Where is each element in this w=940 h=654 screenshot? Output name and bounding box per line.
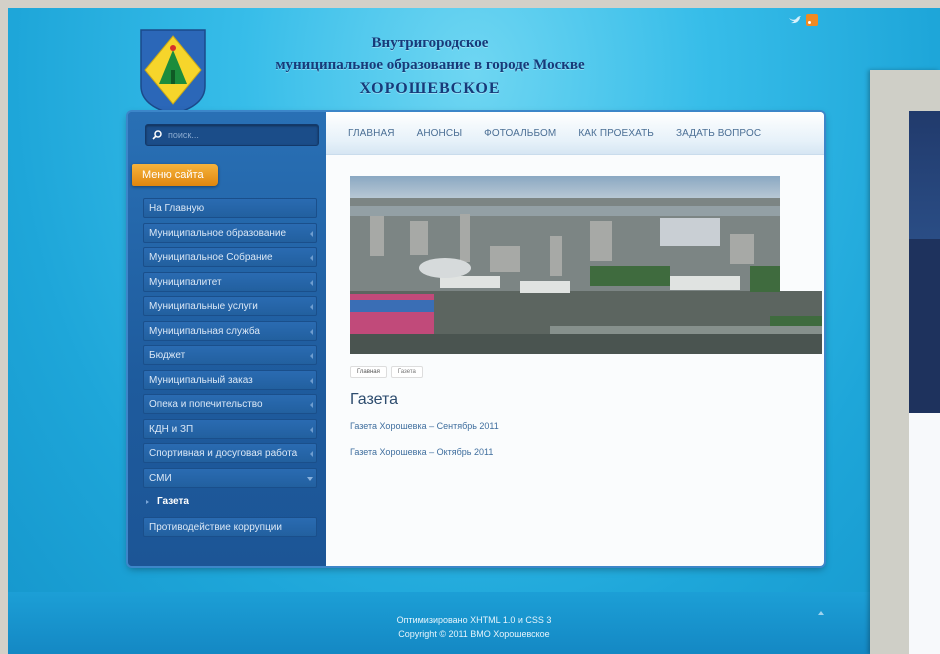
menu-item-municipal-service[interactable]: Муниципальная служба (143, 320, 317, 341)
menu-item-home[interactable]: На Главную (143, 198, 317, 218)
menu-item-label: КДН и ЗП (149, 423, 194, 435)
chevron-left-icon (310, 230, 313, 237)
sidebar-menu: На Главную Муниципальное образование Мун… (143, 198, 317, 541)
menu-item-media[interactable]: СМИ (143, 467, 317, 488)
menu-item-municipal-order[interactable]: Муниципальный заказ (143, 369, 317, 390)
page-title: Газета (350, 391, 399, 408)
breadcrumb-current: Газета (390, 366, 423, 378)
search-input[interactable] (166, 129, 310, 141)
twitter-icon[interactable] (788, 15, 802, 25)
menu-item-label: Опека и попечительство (149, 399, 263, 410)
menu-item-label: Муниципальное образование (149, 227, 287, 239)
city-panorama-image (350, 176, 822, 354)
menu-item-guardianship[interactable]: Опека и попечительство (143, 394, 317, 414)
site-header: Внутригородское муниципальное образовани… (240, 32, 620, 102)
chevron-left-icon (310, 451, 313, 457)
emblem-icon (140, 29, 206, 115)
search-box[interactable] (145, 124, 319, 146)
menu-item-label: На Главную (149, 203, 205, 214)
page: Внутригородское муниципальное образовани… (8, 8, 940, 654)
content-area: ГЛАВНАЯ АНОНСЫ ФОТОАЛЬБОМ КАК ПРОЕХАТЬ З… (326, 112, 824, 566)
header-line-1: Внутригородское (371, 35, 489, 51)
search-icon (152, 130, 162, 140)
chevron-left-icon (310, 255, 313, 261)
menu-item-label: Муниципальная служба (149, 325, 260, 337)
menu-item-label: Муниципальные услуги (149, 301, 258, 312)
menu-item-municipal-formation[interactable]: Муниципальное образование (143, 222, 317, 243)
chevron-left-icon (310, 353, 313, 359)
nav-ask-question[interactable]: ЗАДАТЬ ВОПРОС (676, 128, 761, 139)
menu-item-label: Противодействие коррупции (149, 521, 282, 533)
menu-item-kdn[interactable]: КДН и ЗП (143, 418, 317, 439)
menu-item-anticorruption[interactable]: Противодействие коррупции (143, 516, 317, 537)
rss-icon[interactable] (806, 14, 818, 26)
menu-item-municipal-services[interactable]: Муниципальные услуги (143, 296, 317, 316)
menu-item-label: СМИ (149, 472, 172, 484)
sidebar: Меню сайта На Главную Муниципальное обра… (128, 112, 326, 566)
menu-subitem-newspaper[interactable]: Газета (143, 492, 317, 512)
footer-line-1: Оптимизировано XHTML 1.0 и CSS 3 (396, 615, 552, 625)
top-nav: ГЛАВНАЯ АНОНСЫ ФОТОАЛЬБОМ КАК ПРОЕХАТЬ З… (326, 112, 824, 155)
menu-item-label: Муниципалитет (149, 276, 222, 288)
main-frame: Меню сайта На Главную Муниципальное обра… (128, 112, 824, 566)
chevron-left-icon (310, 304, 313, 310)
chevron-down-icon (307, 476, 313, 481)
menu-item-label: Муниципальное Собрание (149, 252, 273, 263)
chevron-left-icon (310, 328, 313, 335)
menu-item-budget[interactable]: Бюджет (143, 345, 317, 365)
menu-item-sports[interactable]: Спортивная и досуговая работа (143, 443, 317, 463)
chevron-left-icon (310, 402, 313, 408)
chevron-left-icon (310, 426, 313, 433)
nav-home[interactable]: ГЛАВНАЯ (348, 128, 395, 139)
menu-item-label: Бюджет (149, 350, 186, 361)
nav-directions[interactable]: КАК ПРОЕХАТЬ (578, 128, 654, 139)
menu-item-municipal-assembly[interactable]: Муниципальное Собрание (143, 247, 317, 267)
newspaper-link-september[interactable]: Газета Хорошевка – Сентябрь 2011 (350, 421, 499, 431)
nav-announcements[interactable]: АНОНСЫ (417, 128, 463, 139)
chevron-left-icon (310, 377, 313, 384)
nav-photo-album[interactable]: ФОТОАЛЬБОМ (484, 128, 556, 139)
scroll-up-icon[interactable] (818, 611, 824, 615)
header-line-3: ХОРОШЕВСКОЕ (359, 80, 501, 97)
menu-item-municipality[interactable]: Муниципалитет (143, 271, 317, 292)
footer-line-2: Copyright © 2011 ВМО Хорошевское (398, 629, 550, 639)
menu-item-label: Муниципальный заказ (149, 374, 253, 386)
menu-item-label: Спортивная и досуговая работа (149, 448, 298, 459)
menu-title: Меню сайта (132, 164, 218, 186)
header-line-2: муниципальное образование в городе Москв… (275, 57, 585, 73)
breadcrumb: Главная Газета (350, 366, 423, 378)
newspaper-link-october[interactable]: Газета Хорошевка – Октябрь 2011 (350, 447, 493, 457)
chevron-left-icon (310, 279, 313, 286)
breadcrumb-home[interactable]: Главная (350, 366, 387, 378)
overlapping-window-header (909, 111, 940, 239)
social-icons (788, 14, 818, 26)
